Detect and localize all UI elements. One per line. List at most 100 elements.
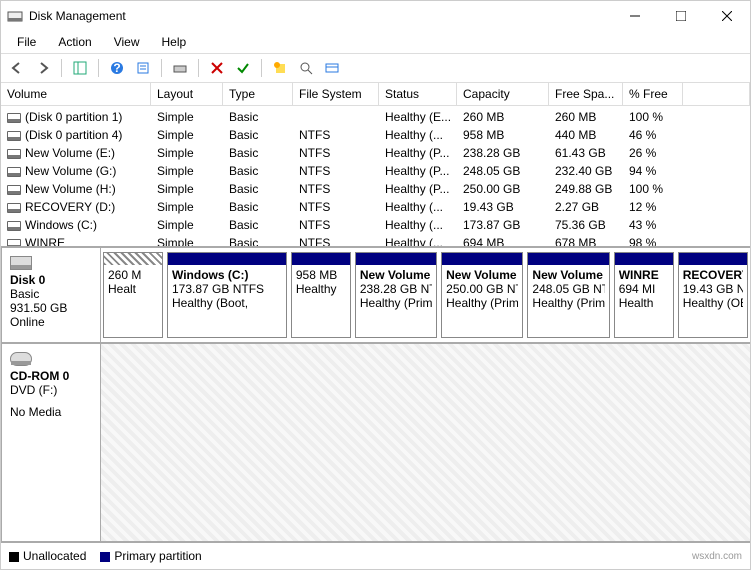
volume-row[interactable]: WINRESimpleBasicNTFSHealthy (...694 MB67… [1,234,750,246]
volume-icon [7,239,21,246]
volume-free: 260 MB [549,108,623,126]
new-partition-button[interactable] [270,58,290,78]
help-button[interactable]: ? [107,58,127,78]
volume-type: Basic [223,198,293,216]
partition-stripe [615,253,673,265]
legend: Unallocated Primary partition wsxdn.com [1,542,750,569]
volume-type: Basic [223,144,293,162]
menu-help[interactable]: Help [152,33,197,51]
partition-block[interactable]: RECOVERY19.43 GB NTIHealthy (OEI [678,252,748,338]
partition-block[interactable]: 260 MHealt [103,252,163,338]
partition-name: New Volume ( [360,268,432,282]
disk0-type: Basic [10,287,92,301]
check-button[interactable] [233,58,253,78]
partition-block[interactable]: New Volume (238.28 GB NTFSHealthy (Prima… [355,252,437,338]
col-capacity[interactable]: Capacity [457,83,549,105]
volume-list-header: Volume Layout Type File System Status Ca… [1,83,750,106]
list-button[interactable] [322,58,342,78]
minimize-button[interactable] [612,1,658,31]
volume-pct: 43 % [623,216,683,234]
volume-pct: 94 % [623,162,683,180]
partition-stripe [442,253,522,265]
volume-name: (Disk 0 partition 1) [25,110,122,124]
volume-capacity: 694 MB [457,234,549,246]
volume-fs: NTFS [293,144,379,162]
volume-free: 61.43 GB [549,144,623,162]
partition-block[interactable]: WINRE694 MIHealth [614,252,674,338]
partition-block[interactable]: New Volume (250.00 GB NTFSHealthy (Prima… [441,252,523,338]
volume-row[interactable]: New Volume (E:)SimpleBasicNTFSHealthy (P… [1,144,750,162]
partition-status: Health [619,296,669,310]
volume-type: Basic [223,126,293,144]
col-free[interactable]: Free Spa... [549,83,623,105]
col-volume[interactable]: Volume [1,83,151,105]
volume-capacity: 260 MB [457,108,549,126]
graphical-view: Disk 0 Basic 931.50 GB Online 260 MHealt… [1,247,750,542]
volume-layout: Simple [151,126,223,144]
volume-fs: NTFS [293,234,379,246]
menu-view[interactable]: View [104,33,150,51]
col-type[interactable]: Type [223,83,293,105]
partition-size: 238.28 GB NTFS [360,282,432,296]
col-filesystem[interactable]: File System [293,83,379,105]
volume-pct: 98 % [623,234,683,246]
back-button[interactable] [7,58,27,78]
volume-layout: Simple [151,234,223,246]
partition-block[interactable]: New Volume (248.05 GB NTFSHealthy (Prima… [527,252,609,338]
volume-name: New Volume (H:) [25,182,116,196]
volume-status: Healthy (... [379,198,457,216]
volume-row[interactable]: New Volume (H:)SimpleBasicNTFSHealthy (P… [1,180,750,198]
volume-capacity: 958 MB [457,126,549,144]
col-layout[interactable]: Layout [151,83,223,105]
search-button[interactable] [296,58,316,78]
show-hide-tree-button[interactable] [70,58,90,78]
cdrom-label[interactable]: CD-ROM 0 DVD (F:) No Media [1,343,101,542]
volume-fs: NTFS [293,126,379,144]
volume-status: Healthy (P... [379,162,457,180]
volume-free: 75.36 GB [549,216,623,234]
menu-action[interactable]: Action [48,33,101,51]
volume-row[interactable]: New Volume (G:)SimpleBasicNTFSHealthy (P… [1,162,750,180]
settings-button[interactable] [133,58,153,78]
partition-stripe [168,253,286,265]
disk0-label[interactable]: Disk 0 Basic 931.50 GB Online [1,247,101,343]
partition-block[interactable]: 958 MBHealthy [291,252,351,338]
col-status[interactable]: Status [379,83,457,105]
volume-name: WINRE [25,236,65,246]
partition-size: 694 MI [619,282,669,296]
cdrom-icon [10,352,32,366]
volume-row[interactable]: (Disk 0 partition 1)SimpleBasicHealthy (… [1,108,750,126]
partition-size: 958 MB [296,268,346,282]
menu-file[interactable]: File [7,33,46,51]
svg-text:?: ? [113,61,120,75]
delete-button[interactable] [207,58,227,78]
volume-fs: NTFS [293,180,379,198]
volume-status: Healthy (P... [379,180,457,198]
disk-icon [10,256,32,270]
volume-row[interactable]: RECOVERY (D:)SimpleBasicNTFSHealthy (...… [1,198,750,216]
titlebar: Disk Management [1,1,750,31]
volume-free: 232.40 GB [549,162,623,180]
col-pct[interactable]: % Free [623,83,683,105]
volume-status: Healthy (P... [379,144,457,162]
window-title: Disk Management [29,9,612,23]
forward-button[interactable] [33,58,53,78]
volume-row[interactable]: Windows (C:)SimpleBasicNTFSHealthy (...1… [1,216,750,234]
properties-button[interactable] [170,58,190,78]
partition-stripe [679,253,747,265]
volume-capacity: 19.43 GB [457,198,549,216]
partition-block[interactable]: Windows (C:)173.87 GB NTFSHealthy (Boot, [167,252,287,338]
volume-type: Basic [223,216,293,234]
partition-stripe [528,253,608,265]
maximize-button[interactable] [658,1,704,31]
volume-free: 2.27 GB [549,198,623,216]
close-button[interactable] [704,1,750,31]
volume-row[interactable]: (Disk 0 partition 4)SimpleBasicNTFSHealt… [1,126,750,144]
volume-layout: Simple [151,198,223,216]
partition-status: Healthy (Boot, [172,296,282,310]
volume-fs: NTFS [293,198,379,216]
volume-fs: NTFS [293,216,379,234]
volume-status: Healthy (E... [379,108,457,126]
volume-free: 440 MB [549,126,623,144]
partition-size: 260 M [108,268,158,282]
